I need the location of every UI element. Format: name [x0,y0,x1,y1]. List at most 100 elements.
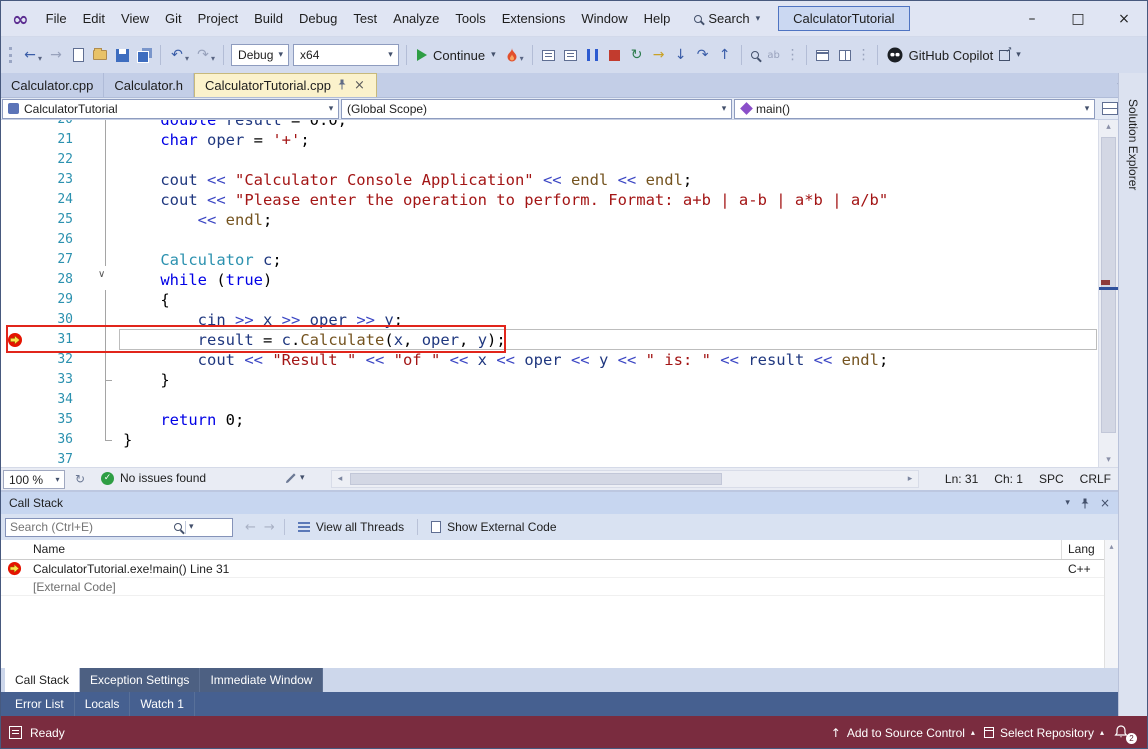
fold-margin[interactable] [73,120,119,130]
code-line-21[interactable]: 21 char oper = '+'; [1,130,1098,150]
fold-margin[interactable] [73,170,119,190]
callstack-row[interactable]: CalculatorTutorial.exe!main() Line 31C++ [1,560,1104,578]
breakpoint-gutter[interactable] [1,170,25,190]
code-editor[interactable]: 20 double result = 0.0;21 char oper = '+… [1,120,1118,467]
menu-test[interactable]: Test [345,2,385,36]
search-control[interactable]: Search [694,11,760,26]
toolbar-overflow-icon[interactable] [785,44,801,66]
tab-calculator-h[interactable]: Calculator.h [104,73,194,97]
break-all-icon[interactable] [582,44,604,66]
menu-debug[interactable]: Debug [291,2,345,36]
background-tasks-icon[interactable] [9,726,22,739]
restart-icon[interactable] [626,44,648,66]
platform-dropdown[interactable]: x64 [293,44,399,66]
fold-margin[interactable] [73,430,119,450]
code-line-37[interactable]: 37 [1,450,1098,467]
search-input[interactable] [6,519,174,535]
github-copilot-button[interactable]: GitHub Copilot [887,47,1021,63]
scroll-up-icon[interactable] [1105,542,1118,551]
fold-margin[interactable] [73,450,119,467]
code-line-25[interactable]: 25 << endl; [1,210,1098,230]
breakpoint-gutter[interactable] [1,450,25,467]
continue-button[interactable]: Continue [412,48,501,63]
tool-tab-error-list[interactable]: Error List [5,692,75,716]
code-line-24[interactable]: 24 cout << "Please enter the operation t… [1,190,1098,210]
tool-tab-call-stack[interactable]: Call Stack [5,668,80,692]
code-text[interactable]: cout << "Result " << "of " << x << oper … [119,350,888,370]
spaces-indicator[interactable]: SPC [1039,472,1064,486]
breakpoint-gutter[interactable] [1,250,25,270]
line-ending-indicator[interactable]: CRLF [1080,472,1111,486]
window-position-icon[interactable] [1065,498,1070,508]
current-statement-breakpoint-icon[interactable] [7,332,23,348]
code-text[interactable]: Calculator c; [119,250,282,270]
code-text[interactable]: cout << "Calculator Console Application"… [119,170,692,190]
code-line-33[interactable]: 33 } [1,370,1098,390]
close-icon[interactable]: × [1100,496,1110,510]
code-text[interactable]: while (true) [119,270,272,290]
show-external-code-button[interactable]: Show External Code [427,520,560,534]
stop-debugging-icon[interactable] [604,44,626,66]
code-line-29[interactable]: 29 { [1,290,1098,310]
breakpoint-gutter[interactable] [1,430,25,450]
code-text[interactable] [119,150,123,170]
menu-analyze[interactable]: Analyze [385,2,447,36]
split-editor-icon[interactable] [1102,102,1118,115]
breakpoint-gutter[interactable] [1,270,25,290]
callstack-row[interactable]: [External Code] [1,578,1104,596]
code-window-icon[interactable] [538,44,560,66]
fold-margin[interactable] [73,290,119,310]
menu-tools[interactable]: Tools [447,2,493,36]
code-text[interactable]: } [119,430,132,450]
tab-calculatortutorial-cpp[interactable]: CalculatorTutorial.cpp× [194,73,377,97]
fold-margin[interactable] [73,350,119,370]
frame-forward-icon[interactable] [264,520,275,535]
ellipsis-icon[interactable] [856,44,872,66]
menu-build[interactable]: Build [246,2,291,36]
scope-dropdown[interactable]: (Global Scope) [341,99,732,119]
step-over-icon[interactable] [692,44,714,66]
chevron-down-icon[interactable] [520,54,524,63]
pin-icon[interactable] [1080,498,1090,509]
chevron-down-icon[interactable] [38,54,42,63]
fold-margin[interactable] [73,190,119,210]
code-line-36[interactable]: 36} [1,430,1098,450]
code-text[interactable]: << endl; [119,210,272,230]
fold-chevron-icon[interactable] [98,269,105,280]
compare-files-icon[interactable] [834,44,856,66]
code-line-22[interactable]: 22 [1,150,1098,170]
frame-back-icon[interactable] [245,520,256,535]
column-separator[interactable] [1061,540,1062,559]
tool-tab-watch-1[interactable]: Watch 1 [130,692,195,716]
tab-calculator-cpp[interactable]: Calculator.cpp [1,73,104,97]
solution-explorer-tab[interactable]: Solution Explorer [1126,99,1140,190]
minimize-button[interactable]: – [1009,1,1055,37]
maximize-button[interactable]: □ [1055,1,1101,37]
breakpoint-gutter[interactable] [1,370,25,390]
code-line-23[interactable]: 23 cout << "Calculator Console Applicati… [1,170,1098,190]
list-window-icon[interactable] [560,44,582,66]
breakpoint-gutter[interactable] [1,190,25,210]
fold-margin[interactable] [73,210,119,230]
zoom-dropdown[interactable]: 100 % [3,470,65,489]
menu-view[interactable]: View [113,2,157,36]
fold-margin[interactable] [73,230,119,250]
pin-icon[interactable] [337,78,347,93]
scroll-up-icon[interactable] [1099,122,1118,132]
code-line-34[interactable]: 34 [1,390,1098,410]
breakpoint-gutter[interactable] [1,210,25,230]
menu-extensions[interactable]: Extensions [494,2,574,36]
editor-horizontal-scrollbar[interactable] [331,470,919,488]
find-icon[interactable] [747,44,763,66]
menu-git[interactable]: Git [157,2,190,36]
terminal-window-icon[interactable] [812,44,834,66]
document-sync-icon[interactable] [75,472,85,486]
tool-tab-locals[interactable]: Locals [75,692,131,716]
navigate-forward-icon[interactable] [45,44,67,66]
editor-vertical-scrollbar[interactable] [1098,120,1118,467]
fold-margin[interactable] [73,250,119,270]
breakpoint-gutter[interactable] [1,120,25,130]
code-text[interactable]: } [119,370,170,390]
code-line-27[interactable]: 27 Calculator c; [1,250,1098,270]
scroll-left-icon[interactable] [332,471,348,487]
